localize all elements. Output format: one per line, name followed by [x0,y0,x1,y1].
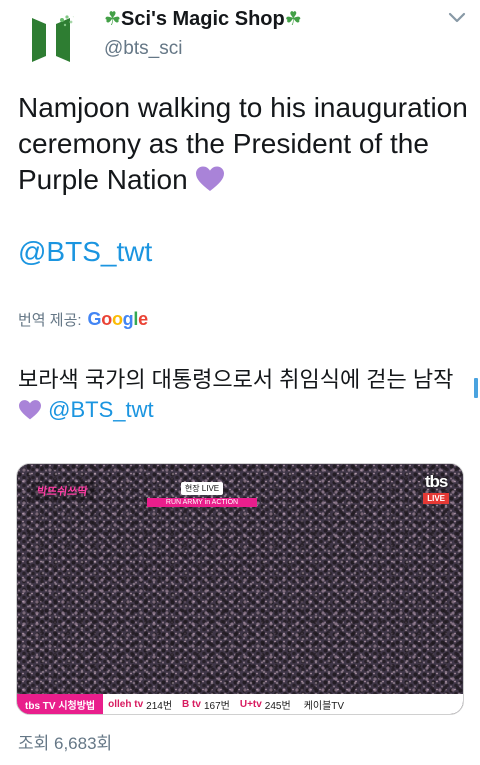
tbs-logo: tbs [424,472,448,491]
ticker-channel: 167번 [203,700,230,712]
avatar[interactable]: BTS [18,8,84,74]
ticker-brand: U+tv [239,698,262,710]
translated-text: 보라색 국가의 대통령으로서 취임식에 걷는 남작 @BTS_twt [18,365,468,425]
user-handle[interactable]: @bts_sci [104,38,182,60]
mention-link[interactable]: @BTS_twt [18,236,152,268]
ticker-channel: 245번 [264,700,291,712]
chevron-down-icon[interactable] [446,10,468,26]
display-name[interactable]: ☘Sci's Magic Shop☘ [104,8,302,31]
tweet-header: BTS ☘Sci's Magic Shop☘ @bts_sci [0,0,480,80]
purple-heart-icon [196,166,225,191]
ticker-item: 케이블TV [296,697,349,712]
bts-logo-icon: BTS [18,8,84,74]
avatar-logo-text: BTS [42,56,60,66]
translation-attribution: 번역 제공: Google [18,309,148,329]
ticker-brand: olleh tv [108,698,144,710]
ticker-channel: 케이블TV [303,700,345,712]
clover-icon: ☘ [284,9,302,30]
show-logo: 박뜨쉬쓰딱 [29,482,95,500]
purple-heart-icon [19,400,41,420]
ticker-item: olleh tv 214번 [103,697,177,712]
display-name-text: Sci's Magic Shop [121,8,285,30]
live-small-label: 현장 LIVE [180,482,224,495]
channel-badge: tbs LIVE [423,472,449,504]
google-logo[interactable]: Google [88,309,149,330]
translated-text-content: 보라색 국가의 대통령으로서 취임식에 걷는 남작 [18,367,454,392]
ticker-channel: 214번 [146,700,173,712]
live-badge: LIVE [423,493,449,504]
army-banner: RUN ARMY in ACTION [147,498,257,507]
ticker-item: B tv 167번 [177,697,235,712]
ticker-item: U+tv 245번 [235,697,296,712]
ticker-lead: tbs TV 시청방법 [17,694,104,714]
ticker-brand: B tv [182,698,201,710]
live-banner: 현장 LIVE RUN ARMY in ACTION [147,478,257,507]
view-count: 조회 6,683회 [18,734,113,753]
video-media[interactable]: 박뜨쉬쓰딱 현장 LIVE RUN ARMY in ACTION tbs LIV… [16,463,464,715]
translation-label: 번역 제공: [18,311,82,329]
scrollbar[interactable] [474,378,478,398]
translated-mention-link[interactable]: @BTS_twt [48,397,153,422]
tweet-text-content: Namjoon walking to his inauguration cere… [18,92,468,195]
tweet-text: Namjoon walking to his inauguration cere… [18,90,468,198]
channel-ticker: tbs TV 시청방법 olleh tv 214번 B tv 167번 U+tv… [17,694,463,714]
clover-icon: ☘ [104,9,122,30]
